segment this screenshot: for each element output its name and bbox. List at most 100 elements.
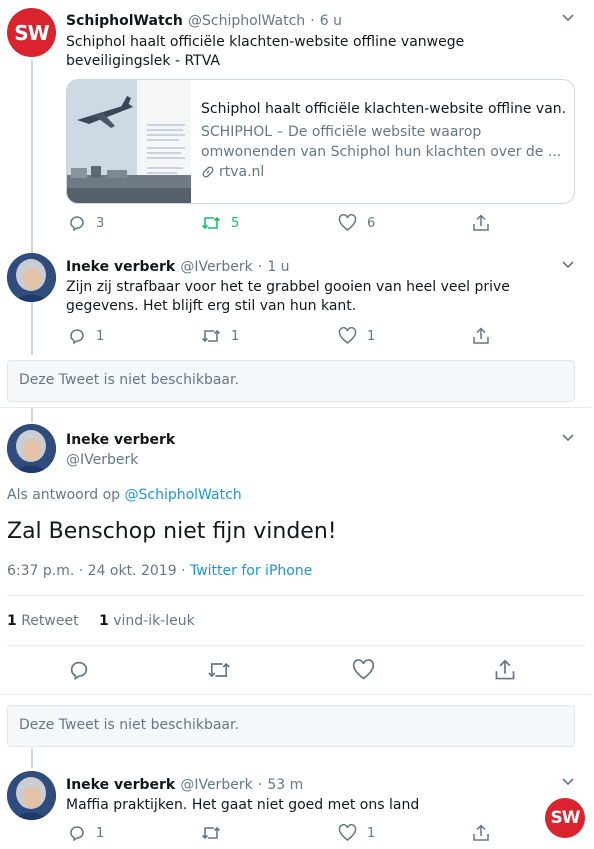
retweet-button[interactable]: 5 [201, 214, 239, 232]
reply-icon [70, 826, 84, 842]
reply-context: Als antwoord op @SchipholWatch [7, 487, 242, 503]
reply-count: 3 [96, 215, 105, 231]
author-name[interactable]: Ineke verberk [66, 777, 175, 793]
retweet-icon [201, 329, 221, 343]
watermark-logo: SW [545, 798, 585, 838]
share-icon [473, 824, 489, 841]
retweet-stat-count: 1 [7, 613, 17, 629]
avatar[interactable] [7, 424, 56, 473]
unavailable-tweet-notice: Deze Tweet is niet beschikbaar. [7, 705, 575, 747]
watermark-logo-text: SW [550, 808, 581, 828]
engagement-stats: 1 Retweet 1 vind-ik-leuk [7, 613, 195, 629]
airplane-photo [67, 80, 191, 203]
retweet-button[interactable] [207, 659, 241, 681]
reply-icon [70, 329, 84, 345]
tweet-time[interactable]: 6 u [320, 13, 342, 29]
share-button[interactable] [472, 327, 500, 345]
share-icon [473, 327, 489, 344]
like-stat-count: 1 [99, 613, 109, 629]
separator-dot: · [257, 777, 263, 793]
retweets-stat[interactable]: 1 Retweet [7, 613, 83, 629]
reply-button[interactable]: 1 [68, 824, 104, 842]
reply-to-link[interactable]: @SchipholWatch [125, 487, 242, 503]
author-handle[interactable]: @IVerberk [66, 452, 138, 468]
divider [0, 407, 591, 408]
tweet-text: Schiphol haalt officiële klachten-websit… [66, 34, 465, 69]
avatar[interactable]: SW [7, 8, 56, 57]
profile-photo [7, 424, 56, 473]
card-thumbnail [67, 80, 191, 203]
chevron-down-icon[interactable] [562, 14, 574, 22]
like-stat-label: vind-ik-leuk [113, 613, 195, 629]
retweet-stat-label: Retweet [21, 613, 79, 629]
unavailable-tweet-notice: Deze Tweet is niet beschikbaar. [7, 360, 575, 402]
tweet-text: Maffia praktijken. Het gaat niet goed me… [66, 797, 420, 813]
avatar[interactable] [7, 253, 56, 302]
share-button[interactable] [494, 659, 526, 681]
tweet-text: Zijn zij strafbaar voor het te grabbel g… [66, 279, 510, 314]
retweet-button[interactable] [201, 824, 231, 842]
like-count: 6 [367, 215, 376, 231]
main-tweet-text: Zal Benschop niet fijn vinden! [7, 519, 337, 544]
reply-count: 1 [96, 825, 105, 841]
link-icon [202, 166, 214, 178]
tweet-header: Ineke verberk @IVerberk · 53 m [66, 774, 303, 793]
author-handle[interactable]: @IVerberk [180, 259, 252, 275]
card-domain: rtva.nl [219, 164, 265, 180]
share-icon [495, 659, 515, 680]
reply-icon [70, 216, 84, 232]
chevron-down-icon[interactable] [562, 434, 574, 442]
unavailable-text: Deze Tweet is niet beschikbaar. [19, 372, 239, 388]
thread-line [31, 60, 33, 355]
divider [0, 694, 591, 695]
author-handle[interactable]: @SchipholWatch [188, 13, 305, 29]
separator-dot: · [310, 13, 315, 29]
retweet-count: 5 [231, 215, 240, 231]
share-button[interactable] [472, 214, 500, 232]
tweet-header: Ineke verberk @IVerberk · 1 u [66, 256, 290, 275]
chevron-down-icon[interactable] [562, 261, 574, 269]
avatar[interactable] [7, 771, 56, 820]
like-count: 1 [367, 328, 376, 344]
author-name[interactable]: SchipholWatch [66, 13, 183, 29]
heart-icon [338, 214, 357, 231]
unavailable-text: Deze Tweet is niet beschikbaar. [19, 717, 239, 733]
like-button[interactable] [352, 659, 385, 681]
divider [7, 645, 585, 646]
card-description: SCHIPHOL – De officiële website waarop o… [201, 124, 562, 160]
like-button[interactable]: 1 [338, 327, 375, 345]
reply-button[interactable]: 1 [68, 327, 104, 345]
card-title: Schiphol haalt officiële klachten-websit… [201, 101, 566, 117]
avatar-logo-text: SW [14, 20, 49, 45]
retweet-button[interactable]: 1 [201, 327, 239, 345]
author-name[interactable]: Ineke verberk [66, 432, 175, 448]
tweet-time[interactable]: 1 u [267, 259, 289, 275]
tweet-header: SchipholWatch @SchipholWatch · 6 u [66, 10, 342, 29]
reply-icon [70, 661, 88, 681]
chevron-down-icon[interactable] [562, 778, 574, 786]
share-button[interactable] [472, 824, 500, 842]
profile-photo [7, 771, 56, 820]
profile-photo [7, 253, 56, 302]
like-button[interactable]: 1 [338, 824, 375, 842]
reply-button[interactable]: 3 [68, 214, 104, 232]
thread-line [31, 748, 33, 768]
like-count: 1 [367, 825, 376, 841]
retweet-count: 1 [231, 328, 240, 344]
link-card[interactable]: Schiphol haalt officiële klachten-websit… [66, 79, 575, 204]
heart-icon [352, 659, 375, 680]
divider [7, 595, 585, 596]
tweet-timestamp[interactable]: 6:37 p.m. · 24 okt. 2019 · [7, 563, 186, 579]
like-button[interactable]: 6 [338, 214, 375, 232]
likes-stat[interactable]: 1 vind-ik-leuk [99, 613, 195, 629]
tweet-time[interactable]: 53 m [267, 777, 303, 793]
heart-icon [338, 327, 357, 344]
author-handle[interactable]: @IVerberk [180, 777, 252, 793]
reply-button[interactable] [68, 659, 100, 681]
tweet-source-link[interactable]: Twitter for iPhone [190, 563, 312, 579]
thread-line [31, 408, 33, 422]
separator-dot: · [257, 259, 263, 275]
author-name[interactable]: Ineke verberk [66, 259, 175, 275]
retweet-icon [201, 826, 221, 840]
retweet-icon [208, 662, 230, 678]
